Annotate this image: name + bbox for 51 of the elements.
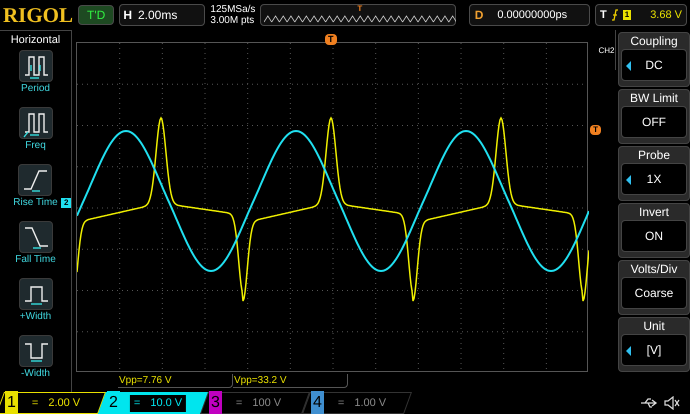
rising-edge-icon <box>610 9 619 21</box>
overview-wave-icon <box>264 14 456 24</box>
trigger-level-marker: T <box>590 125 601 135</box>
sample-rate: 125MSa/s <box>210 4 256 15</box>
timebase-value: 2.00ms <box>138 7 178 24</box>
timebase-field[interactable]: H 2.00ms <box>119 4 206 26</box>
measure-button[interactable]: Rise Time <box>13 164 58 218</box>
channel-scale-tab[interactable]: 2 = 10.0 V <box>98 392 208 414</box>
softkey-title: Probe <box>638 147 670 163</box>
measurement-readout: Vpp=33.2 V <box>233 374 348 388</box>
trigger-position-marker: T <box>325 34 336 45</box>
softkey-value: 1X <box>646 171 662 188</box>
softkey-value: [V] <box>646 342 662 359</box>
menu-softkey[interactable]: Coupling DC <box>618 32 690 87</box>
channel-number: 3 <box>209 391 222 414</box>
speaker-muted-icon <box>664 396 680 410</box>
softkey-value: DC <box>645 57 663 74</box>
logo: RIGOL <box>3 4 74 26</box>
trigger-level: 3.68 V <box>650 8 682 23</box>
delay-value: 0.00000000ps <box>497 8 568 23</box>
delay-field[interactable]: D 0.00000000ps <box>468 4 590 26</box>
menu-softkey[interactable]: Probe 1X <box>618 146 690 201</box>
measure-button[interactable]: Fall Time <box>15 221 56 275</box>
menu-softkey[interactable]: Volts/Div Coarse <box>618 260 690 315</box>
menu-softkey[interactable]: Invert ON <box>618 203 690 258</box>
trigger-field[interactable]: T 1 3.68 V <box>595 4 687 26</box>
channel-number: 1 <box>5 391 18 414</box>
measurement-readout: Vpp=7.76 V <box>118 374 233 388</box>
channel-number: 4 <box>311 391 324 414</box>
timebase-label: H <box>123 7 132 24</box>
softkey-value: Coarse <box>634 285 674 302</box>
softkey-title: Unit <box>643 318 665 334</box>
softkey-value: ON <box>645 228 663 245</box>
softkey-value: OFF <box>642 114 666 131</box>
softkey-title: Volts/Div <box>630 261 678 277</box>
menu-title: Horizontal <box>10 33 60 47</box>
softkey-title: Invert <box>638 204 669 220</box>
trigger-source: 1 <box>622 10 632 20</box>
delay-label: D <box>474 7 484 24</box>
memory-depth: 3.00M pts <box>210 15 256 26</box>
trigger-label: T <box>600 8 607 23</box>
run-status[interactable]: T'D <box>78 5 114 25</box>
menu-softkey[interactable]: BW Limit OFF <box>618 89 690 144</box>
menu-softkey[interactable]: Unit [V] <box>618 317 690 372</box>
channel-scale-tab[interactable]: 3 = 100 V <box>200 392 310 414</box>
channel-marker: 2 <box>61 198 72 208</box>
channel-scale-tab[interactable]: 4 = 1.00 V <box>302 392 412 414</box>
softkey-title: Coupling <box>630 33 678 49</box>
softkey-title: BW Limit <box>630 90 678 106</box>
overview-trigger-marker: T <box>357 4 362 13</box>
usb-icon <box>640 398 658 408</box>
